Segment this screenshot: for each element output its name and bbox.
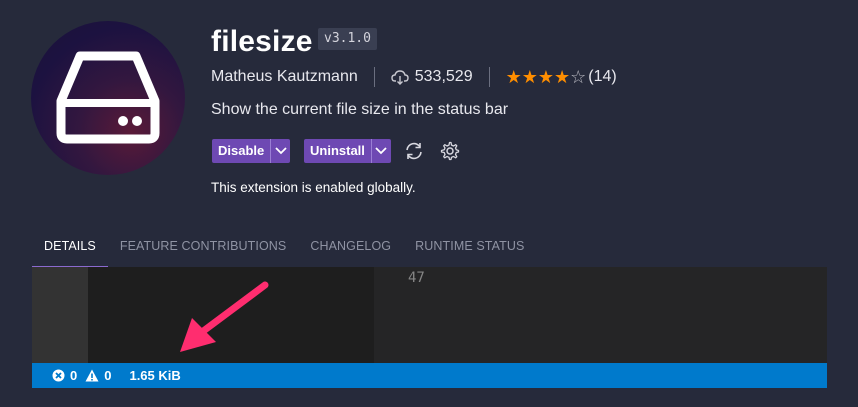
extension-logo [31, 21, 185, 175]
tab-runtime-status[interactable]: RUNTIME STATUS [403, 236, 536, 267]
statusbar-errors[interactable]: 0 [52, 368, 77, 383]
enabled-status-message: This extension is enabled globally. [211, 180, 416, 195]
extension-name: filesize [211, 25, 313, 58]
uninstall-button-group: Uninstall [304, 139, 391, 163]
editor-activity-bar [32, 267, 88, 363]
version-badge: v3.1.0 [318, 28, 377, 50]
chevron-down-icon [375, 147, 388, 155]
warning-count: 0 [104, 368, 112, 383]
detail-tabs: DETAILS FEATURE CONTRIBUTIONS CHANGELOG … [32, 236, 536, 267]
statusbar: 0 0 1.65 KiB [32, 363, 827, 388]
publisher-link[interactable]: Matheus Kautzmann [211, 68, 358, 86]
uninstall-button[interactable]: Uninstall [304, 139, 371, 163]
sync-icon[interactable] [403, 140, 425, 162]
gear-icon[interactable] [439, 140, 461, 162]
extension-description: Show the current file size in the status… [211, 101, 509, 118]
star-full-icon: ★ [537, 67, 555, 87]
cloud-download-icon [391, 70, 409, 85]
editor-pane [374, 267, 827, 363]
tab-changelog[interactable]: CHANGELOG [298, 236, 403, 267]
disable-dropdown[interactable] [270, 139, 290, 163]
statusbar-warnings[interactable]: 0 [85, 368, 111, 383]
star-full-icon: ★ [554, 67, 571, 87]
hard-drive-icon [56, 51, 160, 144]
disable-button[interactable]: Disable [212, 139, 270, 163]
warning-icon [85, 369, 99, 382]
tab-feature-contributions[interactable]: FEATURE CONTRIBUTIONS [108, 236, 298, 267]
rating-count: (14) [588, 68, 617, 85]
rating-stars[interactable]: ★ ★ ★ ★ ☆ (14) [506, 68, 617, 86]
statusbar-file-size[interactable]: 1.65 KiB [129, 368, 180, 383]
star-full-icon: ★ [505, 67, 522, 87]
chevron-down-icon [275, 147, 287, 155]
line-number: 47 [408, 270, 425, 286]
star-empty-icon: ☆ [570, 67, 587, 87]
error-icon [52, 369, 65, 382]
divider [488, 67, 490, 87]
disable-button-group: Disable [212, 139, 291, 163]
divider [373, 67, 375, 87]
install-count: 533,529 [414, 68, 473, 85]
extension-meta: Matheus Kautzmann 533,529 ★ ★ ★ ★ ☆ (14) [211, 66, 617, 88]
annotation-arrow-icon [180, 281, 269, 352]
uninstall-dropdown[interactable] [370, 139, 391, 163]
error-count: 0 [70, 368, 78, 383]
star-full-icon: ★ [521, 67, 538, 87]
readme-preview-image: 47 0 0 1.65 KiB [32, 267, 827, 388]
tab-details[interactable]: DETAILS [32, 236, 108, 267]
